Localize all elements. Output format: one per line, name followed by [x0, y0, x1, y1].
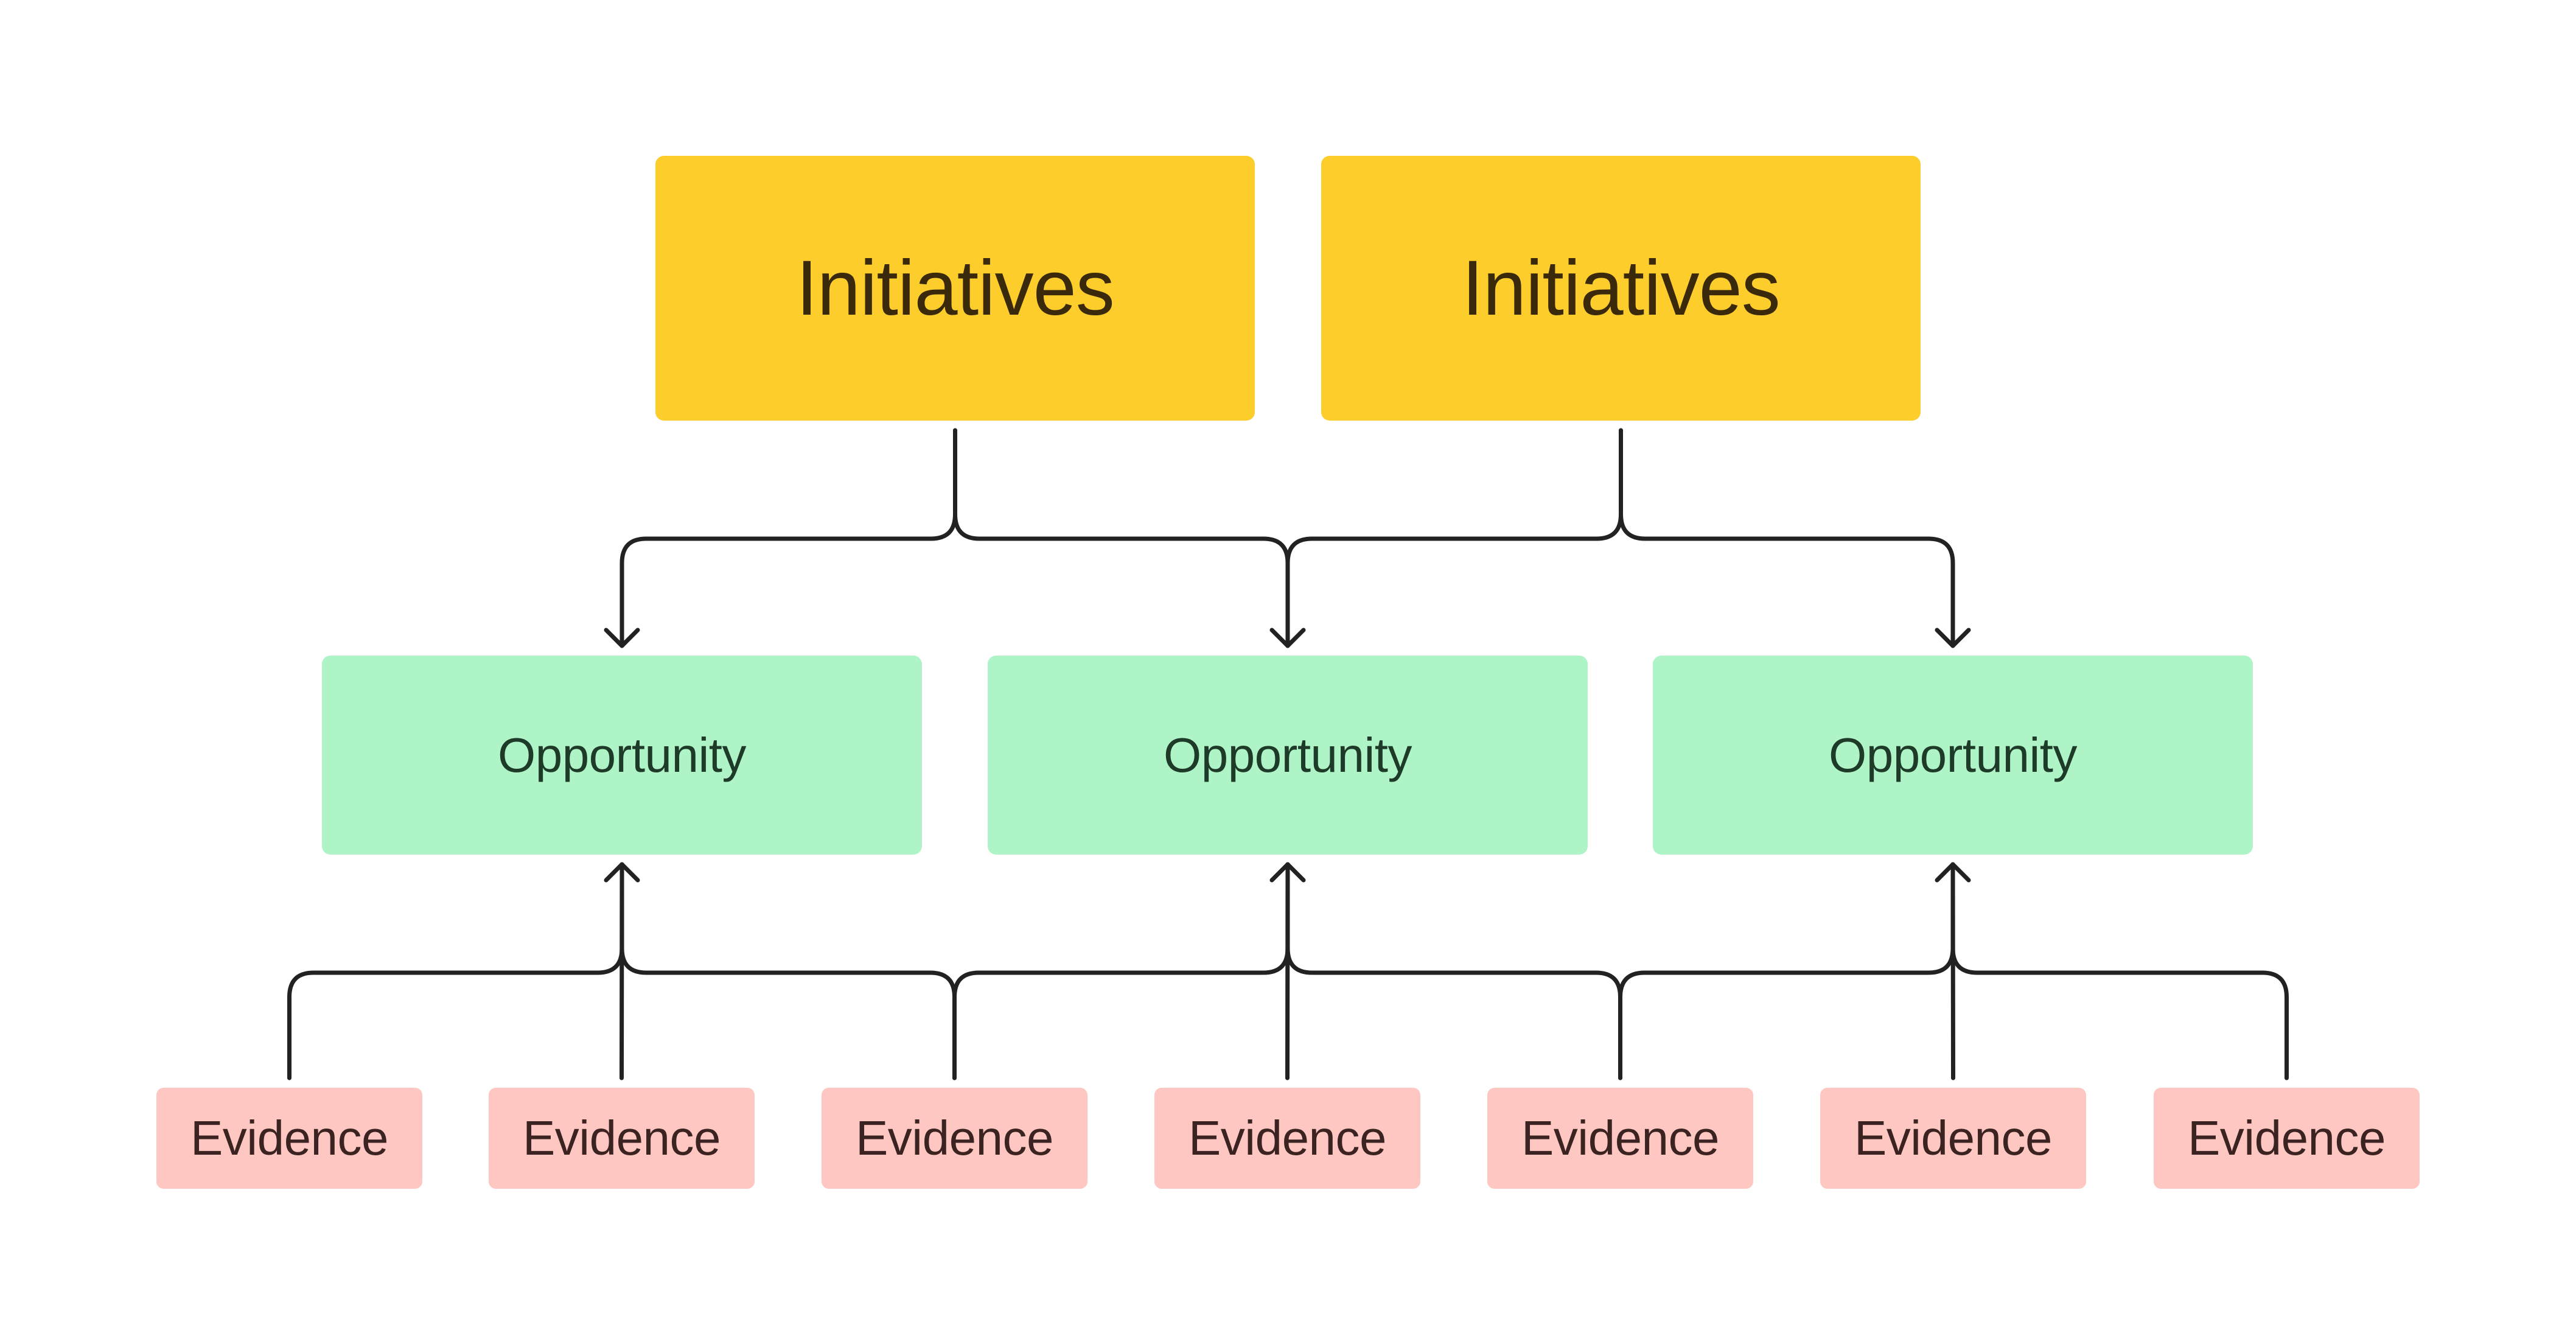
evidence-connector: [1285, 862, 1622, 1080]
evidence-node[interactable]: Evidence: [156, 1088, 422, 1189]
evidence-label: Evidence: [1188, 1111, 1387, 1165]
evidence-label: Evidence: [2187, 1111, 2386, 1165]
evidence-label: Evidence: [522, 1111, 721, 1165]
opportunity-node[interactable]: Opportunity: [322, 656, 922, 855]
initiative-connector: [953, 428, 1290, 648]
evidence-connector: [1950, 862, 2289, 1080]
initiative-connector: [1619, 428, 1955, 648]
evidence-connector: [620, 862, 957, 1080]
evidence-label: Evidence: [1854, 1111, 2053, 1165]
initiative-label: Initiatives: [796, 245, 1115, 332]
opportunity-label: Opportunity: [1163, 727, 1412, 782]
evidence-connector: [287, 862, 624, 1080]
initiative-connector: [620, 428, 957, 648]
opportunity-node[interactable]: Opportunity: [1653, 656, 2253, 855]
evidence-label: Evidence: [855, 1111, 1054, 1165]
opportunity-label: Opportunity: [497, 727, 747, 782]
evidence-node[interactable]: Evidence: [1820, 1088, 2086, 1189]
evidence-node[interactable]: Evidence: [2154, 1088, 2420, 1189]
initiative-node[interactable]: Initiatives: [1321, 156, 1921, 421]
evidence-connector: [952, 862, 1290, 1080]
opportunity-label: Opportunity: [1828, 727, 2078, 782]
evidence-node[interactable]: Evidence: [822, 1088, 1087, 1189]
initiative-node[interactable]: Initiatives: [655, 156, 1255, 421]
evidence-node[interactable]: Evidence: [489, 1088, 755, 1189]
initiative-label: Initiatives: [1462, 245, 1781, 332]
evidence-label: Evidence: [190, 1111, 389, 1165]
opportunity-node[interactable]: Opportunity: [988, 656, 1588, 855]
evidence-label: Evidence: [1521, 1111, 1720, 1165]
evidence-connector: [1618, 862, 1955, 1080]
evidence-node[interactable]: Evidence: [1487, 1088, 1753, 1189]
evidence-node[interactable]: Evidence: [1154, 1088, 1420, 1189]
initiative-connector: [1285, 428, 1623, 648]
